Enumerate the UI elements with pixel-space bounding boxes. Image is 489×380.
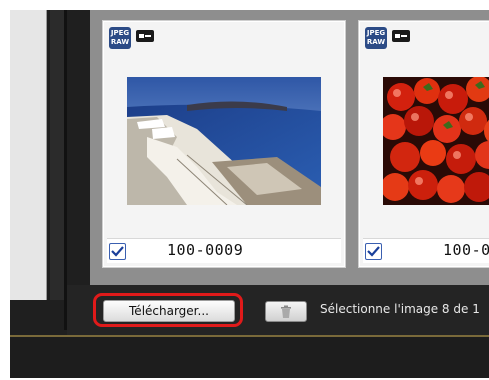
select-checkbox[interactable]	[109, 243, 126, 260]
jpeg-raw-badge-icon: JPEG RAW	[109, 27, 131, 49]
thumbnail-image-tomatoes[interactable]	[383, 77, 489, 205]
badge-jpeg-text: JPEG	[366, 29, 386, 37]
badge-raw-text: RAW	[110, 38, 130, 46]
left-panel	[10, 10, 47, 300]
trash-button[interactable]	[265, 301, 307, 322]
file-name: 100-0	[443, 241, 489, 259]
panel-divider[interactable]	[64, 10, 67, 330]
thumbnail-card[interactable]: JPEG RAW	[358, 20, 489, 268]
file-name: 100-0009	[167, 241, 244, 259]
thumbnail-card[interactable]: JPEG RAW	[102, 20, 346, 268]
thumbnail-label-bar: 100-0009	[107, 238, 341, 263]
thumbnail-grid: JPEG RAW 100-0009 JPEG RAW 100-0	[90, 10, 489, 285]
checkmark-icon	[111, 246, 124, 257]
badge-jpeg-text: JPEG	[110, 29, 130, 37]
thumbnail-label-bar: 100-0	[363, 238, 489, 263]
select-checkbox[interactable]	[365, 243, 382, 260]
thumbnail-image-santorini[interactable]	[127, 77, 321, 205]
thumbnail-grid-inner: JPEG RAW 100-0009 JPEG RAW 100-0	[92, 10, 489, 283]
jpeg-raw-badge-icon: JPEG RAW	[365, 27, 387, 49]
left-divider-strip	[50, 10, 64, 300]
bottom-toolbar: Télécharger... Sélectionne l'image 8 de …	[67, 285, 489, 335]
download-button[interactable]: Télécharger...	[103, 300, 235, 322]
protect-lock-icon	[136, 30, 154, 42]
protect-lock-icon	[392, 30, 410, 42]
app-window: JPEG RAW 100-0009 JPEG RAW 100-0 Télécha…	[10, 10, 489, 378]
badge-raw-text: RAW	[366, 38, 386, 46]
trash-icon	[281, 305, 291, 318]
bottom-bar	[10, 337, 489, 378]
selection-status: Sélectionne l'image 8 de 1	[320, 302, 480, 316]
checkmark-icon	[367, 246, 380, 257]
